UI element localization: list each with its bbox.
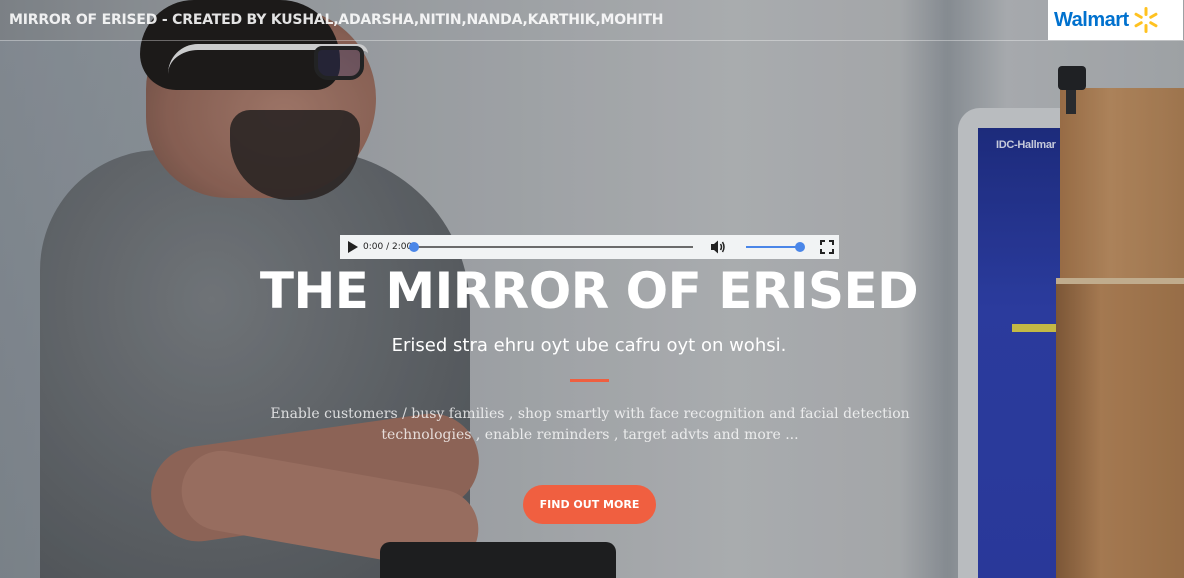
volume-icon[interactable] (710, 239, 726, 255)
brand-link[interactable]: MIRROR OF ERISED - CREATED BY KUSHAL,ADA… (9, 12, 664, 28)
audio-time: 0:00 / 2:00 (363, 242, 413, 252)
walmart-logo-text: Walmart (1054, 8, 1129, 31)
hero-title: THE MIRROR OF ERISED (259, 262, 919, 320)
walmart-spark-icon (1134, 7, 1158, 33)
volume-slider-knob[interactable] (795, 242, 805, 252)
volume-slider-track[interactable] (746, 246, 800, 248)
audio-player: 0:00 / 2:00 (340, 235, 839, 259)
walmart-logo[interactable]: Walmart (1048, 0, 1183, 40)
audio-seek-bar[interactable] (413, 246, 693, 248)
play-icon[interactable] (348, 241, 358, 253)
audio-seek-knob[interactable] (409, 242, 419, 252)
accent-divider (570, 379, 609, 382)
top-navbar: MIRROR OF ERISED - CREATED BY KUSHAL,ADA… (0, 0, 1184, 41)
fullscreen-icon[interactable] (820, 240, 834, 254)
find-out-more-button[interactable]: FIND OUT MORE (523, 485, 656, 524)
hero-description: Enable customers / busy families , shop … (270, 406, 910, 443)
hero-subtitle: Erised stra ehru oyt ube cafru oyt on wo… (391, 335, 787, 356)
